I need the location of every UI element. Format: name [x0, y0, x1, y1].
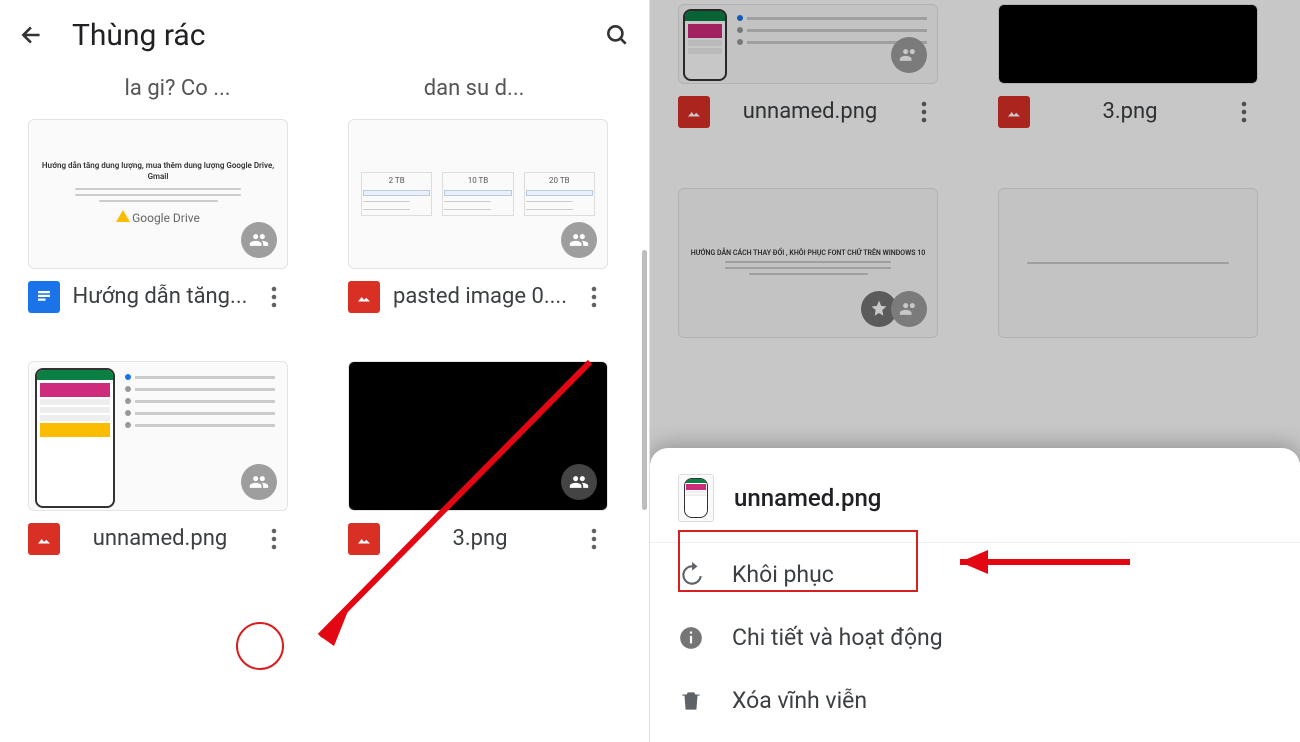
file-thumbnail — [348, 361, 608, 511]
sheet-header: unnamed.png — [650, 468, 1300, 543]
truncated-title: la gi? Co ... — [125, 76, 231, 101]
file-thumbnail — [998, 4, 1258, 84]
more-button[interactable] — [580, 525, 608, 553]
search-button[interactable] — [601, 19, 633, 51]
file-card[interactable]: unnamed.png — [28, 361, 288, 555]
sheet-thumbnail — [678, 474, 714, 522]
file-card[interactable]: 2 TB 10 TB 20 TB pasted image 0.... — [348, 119, 608, 313]
file-meta: 3.png — [348, 511, 608, 555]
file-name: pasted image 0.... — [390, 284, 570, 310]
file-thumbnail — [678, 4, 938, 84]
info-icon — [678, 625, 704, 651]
details-item[interactable]: Chi tiết và hoạt động — [650, 606, 1300, 669]
page-title: Thùng rác — [72, 18, 577, 53]
truncated-row: la gi? Co ... dan su d... — [28, 70, 621, 119]
file-name: Hướng dẫn tăng... — [70, 284, 250, 310]
file-meta: pasted image 0.... — [348, 269, 608, 313]
details-label: Chi tiết và hoạt động — [732, 624, 943, 651]
file-card: HƯỚNG DẪN CÁCH THAY ĐỔI , KHÔI PHỤC FONT… — [678, 188, 938, 338]
more-button[interactable] — [260, 525, 288, 553]
back-button[interactable] — [16, 19, 48, 51]
scrollbar[interactable] — [642, 250, 647, 510]
truncated-title: dan su d... — [424, 76, 525, 101]
search-icon — [604, 22, 630, 48]
file-card[interactable]: Hướng dẫn tăng dung lượng, mua thêm dung… — [28, 119, 288, 313]
delete-item[interactable]: Xóa vĩnh viễn — [650, 669, 1300, 732]
shared-icon — [561, 222, 597, 258]
file-thumbnail: Hướng dẫn tăng dung lượng, mua thêm dung… — [28, 119, 288, 269]
file-thumbnail — [28, 361, 288, 511]
more-button — [1230, 98, 1258, 126]
image-icon — [348, 281, 380, 313]
file-thumbnail: 2 TB 10 TB 20 TB — [348, 119, 608, 269]
file-meta: unnamed.png — [678, 84, 938, 128]
shared-icon — [561, 464, 597, 500]
image-icon — [678, 96, 710, 128]
shared-icon — [891, 291, 927, 327]
file-name: unnamed.png — [720, 99, 900, 125]
sheet-filename: unnamed.png — [734, 484, 881, 512]
shared-icon — [891, 37, 927, 73]
file-thumbnail — [998, 188, 1258, 338]
bottom-sheet: unnamed.png Khôi phục Chi tiết và hoạt đ… — [650, 448, 1300, 742]
restore-item[interactable]: Khôi phục — [650, 543, 1300, 606]
more-button — [910, 98, 938, 126]
image-icon — [998, 96, 1030, 128]
file-name: 3.png — [390, 526, 570, 552]
more-button[interactable] — [260, 283, 288, 311]
annotation-circle — [236, 622, 284, 670]
file-name: 3.png — [1040, 99, 1220, 125]
file-meta: 3.png — [998, 84, 1258, 128]
doc-icon — [28, 281, 60, 313]
scroll-area[interactable]: la gi? Co ... dan su d... Hướng dẫn tăng… — [0, 70, 649, 742]
trash-icon — [678, 688, 704, 714]
image-icon — [348, 523, 380, 555]
screenshot-left: Thùng rác la gi? Co ... dan su d... Hướn… — [0, 0, 650, 742]
restore-label: Khôi phục — [732, 561, 834, 588]
restore-icon — [678, 562, 704, 588]
file-meta: Hướng dẫn tăng... — [28, 269, 288, 313]
shared-icon — [241, 222, 277, 258]
screenshot-right: unnamed.png 3.png HƯỚNG DẪN CÁCH THAY ĐỔ… — [650, 0, 1300, 742]
shared-icon — [241, 464, 277, 500]
file-card: unnamed.png — [678, 4, 938, 128]
delete-label: Xóa vĩnh viễn — [732, 687, 867, 714]
file-grid: Hướng dẫn tăng dung lượng, mua thêm dung… — [28, 119, 621, 555]
arrow-left-icon — [19, 22, 45, 48]
file-card — [998, 188, 1258, 338]
file-meta: unnamed.png — [28, 511, 288, 555]
header: Thùng rác — [0, 0, 649, 70]
more-button[interactable] — [580, 283, 608, 311]
file-name: unnamed.png — [70, 526, 250, 552]
image-icon — [28, 523, 60, 555]
file-card: 3.png — [998, 4, 1258, 128]
file-thumbnail: HƯỚNG DẪN CÁCH THAY ĐỔI , KHÔI PHỤC FONT… — [678, 188, 938, 338]
file-card[interactable]: 3.png — [348, 361, 608, 555]
